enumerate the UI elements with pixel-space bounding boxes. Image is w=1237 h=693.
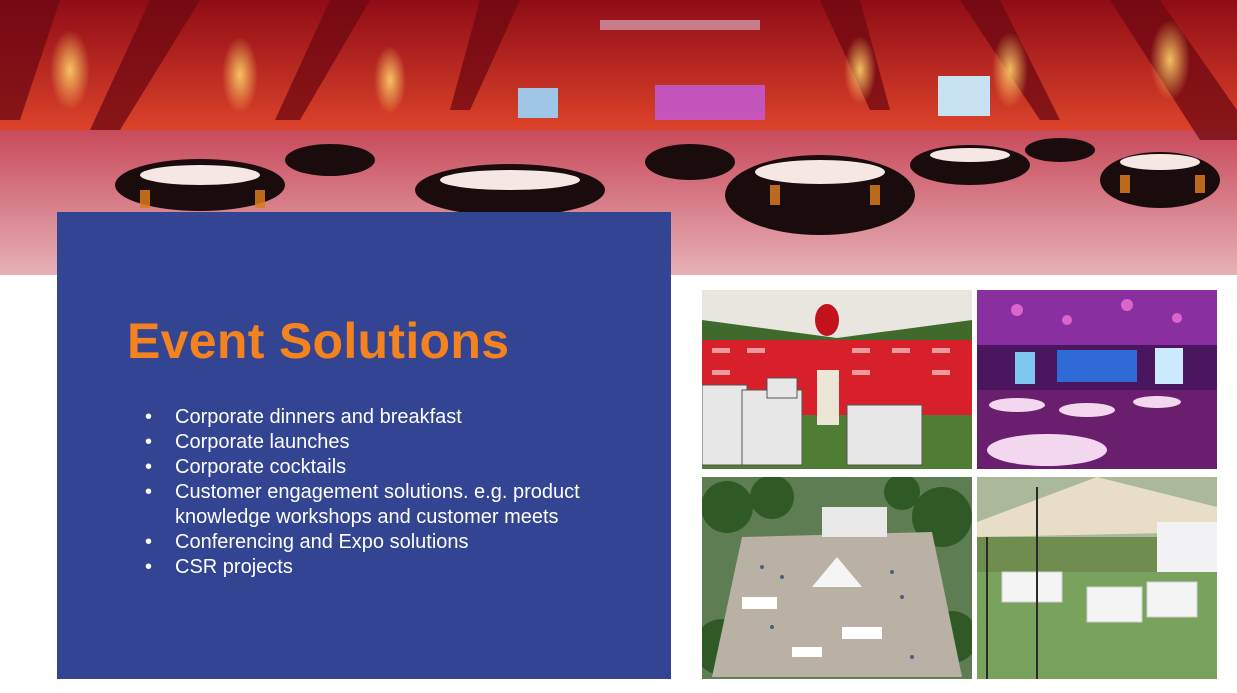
list-item: Customer engagement solutions. e.g. prod…: [145, 480, 665, 530]
list-item: Corporate cocktails: [145, 455, 665, 480]
list-item: Conferencing and Expo solutions: [145, 530, 665, 555]
outdoor-branded-tent-event-photo: [702, 290, 972, 469]
list-item: Corporate dinners and breakfast: [145, 405, 665, 430]
aerial-outdoor-festival-photo: [702, 477, 972, 679]
slide-title: Event Solutions: [127, 313, 510, 369]
bullet-list: Corporate dinners and breakfast Corporat…: [145, 405, 665, 580]
list-item: Corporate launches: [145, 430, 665, 455]
outdoor-lounge-tent-photo: [977, 477, 1217, 679]
conference-stage-purple-lighting-photo: [977, 290, 1217, 469]
list-item: CSR projects: [145, 555, 665, 580]
